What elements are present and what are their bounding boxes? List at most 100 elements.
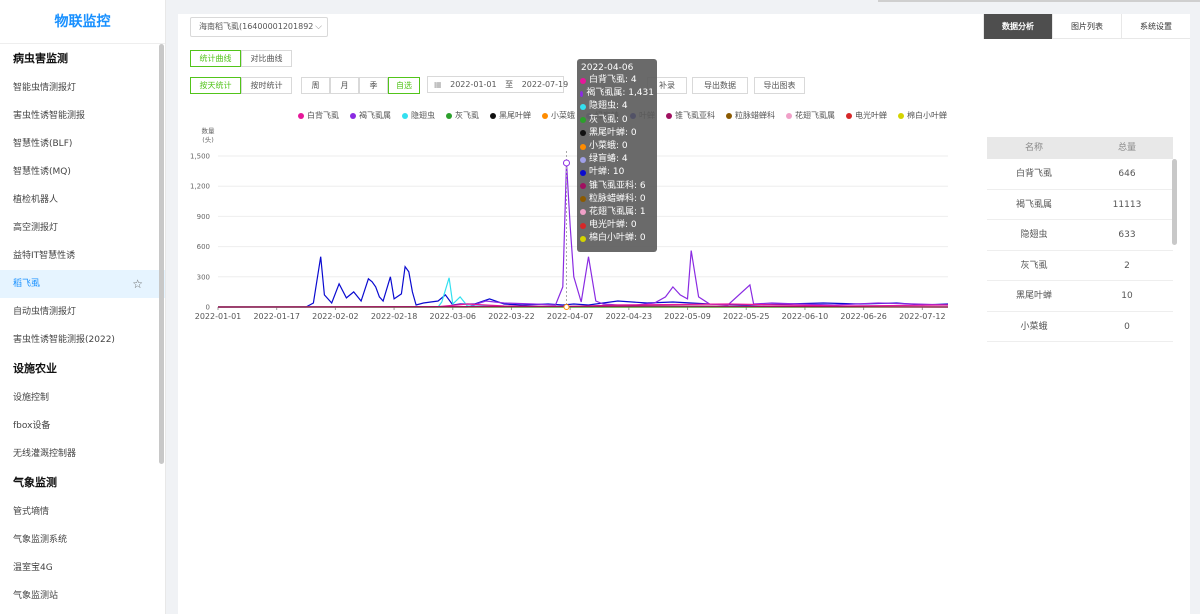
- table-header: 名称 总量: [987, 137, 1173, 159]
- x-tick-label: 2022-04-23: [606, 312, 653, 320]
- main-panel: 海南稻飞虱(16400001201892 ⌵ 数据分析 图片列表 系统设置 统计曲线…: [178, 14, 1190, 614]
- sidebar-item[interactable]: 自动虫情测报灯: [0, 298, 165, 326]
- legend-label: 棉白小叶蝉: [907, 111, 947, 120]
- device-select[interactable]: 海南稻飞虱(16400001201892 ⌵: [190, 17, 328, 37]
- legend-item[interactable]: 褐飞虱属: [350, 110, 391, 121]
- tooltip-row: 绿盲蝽: 4: [580, 153, 654, 166]
- star-icon[interactable]: ☆: [132, 270, 143, 298]
- tooltip-dot-icon: [580, 90, 584, 97]
- tooltip-row: 灰飞虱: 0: [580, 114, 654, 127]
- x-tick-label: 2022-07-12: [899, 312, 946, 320]
- export-chart-button[interactable]: 导出图表: [754, 77, 805, 94]
- sidebar-item[interactable]: 设施控制: [0, 384, 165, 412]
- sidebar-item[interactable]: 智慧性诱(BLF): [0, 130, 165, 158]
- legend-item[interactable]: 棉白小叶蝉: [898, 110, 947, 121]
- legend-item[interactable]: 黑尾叶蝉: [490, 110, 531, 121]
- table-row: 灰飞虱 2: [987, 251, 1173, 281]
- cell-name: 隐翅虫: [1020, 230, 1048, 240]
- sidebar-item[interactable]: 稻飞虱 ☆: [0, 270, 165, 298]
- tooltip-row: 电光叶蝉: 0: [580, 219, 654, 232]
- legend-dot-icon: [298, 112, 304, 119]
- top-tab[interactable]: 系统设置: [1121, 14, 1190, 39]
- legend-item[interactable]: 花翅飞虱属: [786, 110, 835, 121]
- x-tick-label: 2022-03-06: [430, 312, 477, 320]
- x-tick-label: 2022-01-17: [253, 312, 300, 320]
- sidebar-scrollbar[interactable]: [159, 44, 164, 464]
- y-tick-label: 600: [197, 243, 210, 251]
- period-month-button[interactable]: 月: [330, 77, 359, 94]
- tooltip-date: 2022-04-06: [581, 63, 634, 73]
- totals-table: 名称 总量 白背飞虱 646 褐飞虱属 11113 隐翅虫 633 灰飞虱 2 黑尾叶蝉 10 小菜…: [987, 137, 1173, 342]
- legend-item[interactable]: 灰飞虱: [446, 110, 479, 121]
- legend-item[interactable]: 锥飞虱亚科: [666, 110, 715, 121]
- legend-label: 电光叶蝉: [855, 111, 887, 120]
- tooltip-label: 花翅飞虱属: 1: [589, 206, 646, 217]
- y-tick-label: 900: [197, 213, 210, 221]
- y-tick-label: 0: [206, 304, 210, 312]
- export-data-button[interactable]: 导出数据: [692, 77, 748, 94]
- window-top-line: [878, 0, 1200, 2]
- legend-item[interactable]: 粒脉蜡蝉科: [726, 110, 775, 121]
- legend-dot-icon: [846, 112, 852, 119]
- cell-total: 11113: [1112, 199, 1142, 210]
- table-scrollbar[interactable]: [1172, 159, 1177, 245]
- tooltip-dot-icon: [580, 77, 586, 84]
- legend-dot-icon: [402, 112, 408, 119]
- legend-label: 隐翅虫: [411, 111, 435, 120]
- sidebar-item[interactable]: 气象监测站: [0, 582, 165, 610]
- period-quarter-button[interactable]: 季: [359, 77, 388, 94]
- tooltip-label: 棉白小叶蝉: 0: [589, 233, 646, 244]
- period-custom-button[interactable]: 自选: [388, 77, 420, 94]
- cell-name: 白背飞虱: [1015, 169, 1052, 179]
- sidebar-group-title: 气象监测: [13, 476, 57, 489]
- cell-name: 黑尾叶蝉: [1015, 291, 1052, 301]
- sidebar-item[interactable]: 无线灌溉控制器: [0, 440, 165, 468]
- legend-item[interactable]: 白背飞虱: [298, 110, 339, 121]
- daily-stat-button[interactable]: 按天统计: [190, 77, 241, 94]
- tooltip-label: 黑尾叶蝉: 0: [589, 127, 637, 138]
- tooltip-label: 小菜蛾: 0: [589, 140, 628, 151]
- sidebar-item[interactable]: 智能虫情测报灯: [0, 74, 165, 102]
- tooltip-row: 白背飞虱: 4: [580, 74, 654, 87]
- table-body: 白背飞虱 646 褐飞虱属 11113 隐翅虫 633 灰飞虱 2 黑尾叶蝉 10 小菜蛾 0: [987, 159, 1173, 342]
- tooltip-dot-icon: [580, 143, 586, 150]
- sidebar-item-label: 智能虫情测报灯: [13, 83, 77, 93]
- tooltip-row: 棉白小叶蝉: 0: [580, 232, 654, 245]
- sidebar-item[interactable]: 植检机器人: [0, 186, 165, 214]
- x-tick-label: 2022-06-10: [782, 312, 829, 320]
- legend-dot-icon: [666, 112, 672, 119]
- sidebar-item[interactable]: 害虫性诱智能测报(2022): [0, 326, 165, 354]
- hourly-stat-button[interactable]: 按时统计: [241, 77, 292, 94]
- tooltip-label: 白背飞虱: 4: [589, 75, 637, 85]
- sidebar-item[interactable]: 气象监测系统: [0, 526, 165, 554]
- top-tab[interactable]: 图片列表: [1052, 14, 1121, 39]
- y-axis-label: (头): [202, 135, 214, 144]
- sidebar-item-label: 植检机器人: [13, 195, 59, 205]
- compare-curve-button[interactable]: 对比曲线: [241, 50, 292, 67]
- date-range-picker[interactable]: ▦ 2022-01-01 至 2022-07-19: [427, 76, 568, 93]
- tooltip-row: 锥飞虱亚科: 6: [580, 180, 654, 193]
- tooltip-row: 小菜蛾: 0: [580, 140, 654, 153]
- sidebar-group-title: 病虫害监测: [13, 52, 68, 65]
- tooltip-dot-icon: [580, 156, 586, 163]
- stat-curve-button[interactable]: 统计曲线: [190, 50, 241, 67]
- legend-dot-icon: [786, 112, 792, 119]
- sidebar-item[interactable]: 害虫性诱智能测报: [0, 102, 165, 130]
- sidebar-item[interactable]: 益特IT智慧性诱: [0, 242, 165, 270]
- top-tab[interactable]: 数据分析: [983, 14, 1052, 39]
- tooltip-label: 灰飞虱: 0: [589, 114, 628, 125]
- sidebar-item[interactable]: 高空测报灯: [0, 214, 165, 242]
- legend-item[interactable]: 隐翅虫: [402, 110, 435, 121]
- period-week-button[interactable]: 周: [301, 77, 330, 94]
- legend-label: 黑尾叶蝉: [499, 111, 531, 120]
- sidebar-item[interactable]: 管式墒情: [0, 498, 165, 526]
- legend-item[interactable]: 电光叶蝉: [846, 110, 887, 121]
- legend-item[interactable]: 小菜蛾: [542, 110, 575, 121]
- tooltip-row: 黑尾叶蝉: 0: [580, 127, 654, 140]
- sidebar-item[interactable]: 温室宝4G: [0, 554, 165, 582]
- cell-total: 0: [1124, 321, 1130, 332]
- sidebar-item-label: 稻飞虱: [13, 279, 41, 289]
- sidebar-item[interactable]: fbox设备: [0, 412, 165, 440]
- sidebar-item-label: 害虫性诱智能测报(2022): [13, 335, 115, 345]
- sidebar-item[interactable]: 智慧性诱(MQ): [0, 158, 165, 186]
